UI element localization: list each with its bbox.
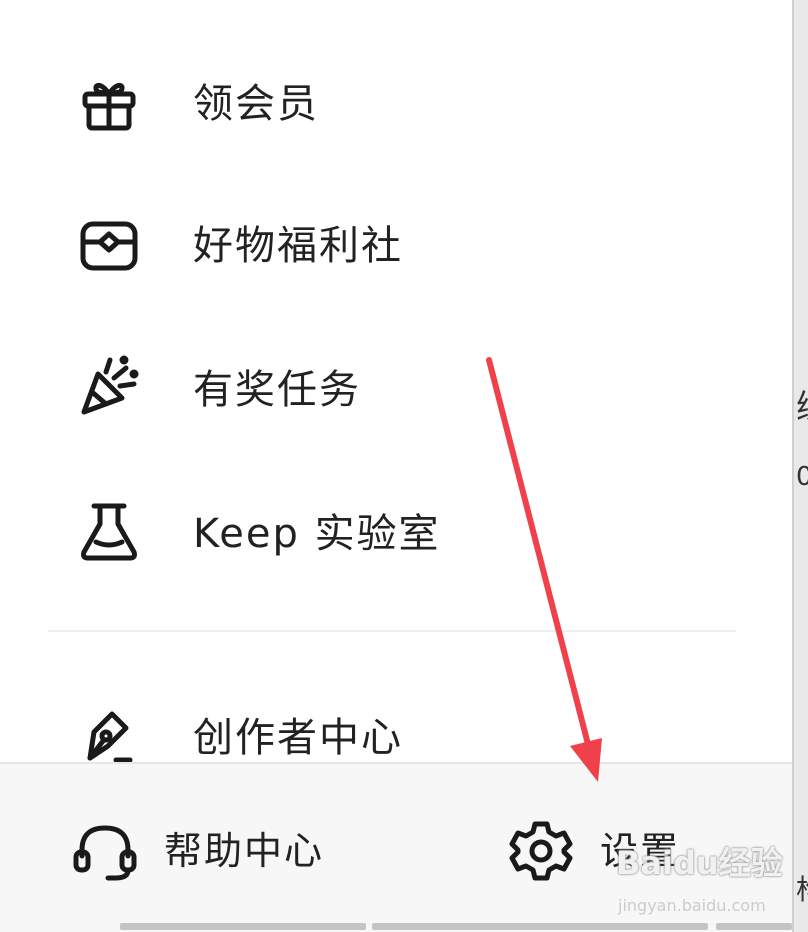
menu-item-label: 有奖任务 xyxy=(193,367,361,413)
side-drawer: 领会员 好物福利社 有奖任务 Keep 实验室 创作者中心 帮助中心 设置 xyxy=(0,0,792,932)
background-edge-text: 练 xyxy=(796,380,808,429)
menu-item-goods-welfare[interactable]: 好物福利社 xyxy=(0,190,792,300)
menu-item-keep-lab[interactable]: Keep 实验室 xyxy=(0,478,792,588)
menu-item-label: 好物福利社 xyxy=(193,223,403,269)
help-center-label: 帮助中心 xyxy=(164,829,325,873)
headset-icon xyxy=(72,818,138,884)
menu-item-membership[interactable]: 领会员 xyxy=(0,48,792,158)
help-center-button[interactable]: 帮助中心 xyxy=(72,804,372,904)
background-edge-text: 构 xyxy=(796,868,808,908)
flask-icon xyxy=(76,498,142,564)
scroll-indicator xyxy=(120,923,366,930)
menu-item-label: 创作者中心 xyxy=(193,715,403,761)
store-box-icon xyxy=(76,212,142,278)
gear-icon xyxy=(508,818,574,884)
baidu-watermark: Baidu经验 jingyan.baidu.com xyxy=(616,838,786,918)
party-popper-icon xyxy=(76,354,142,420)
menu-item-label: 领会员 xyxy=(193,81,319,127)
menu-item-reward-tasks[interactable]: 有奖任务 xyxy=(0,334,792,444)
menu-divider xyxy=(48,630,736,632)
watermark-url: jingyan.baidu.com xyxy=(618,896,766,915)
scroll-indicator xyxy=(716,923,792,930)
watermark-brand: Baidu经验 xyxy=(616,844,783,882)
pen-nib-icon xyxy=(76,702,142,768)
gift-icon xyxy=(76,70,142,136)
panel-edge-divider xyxy=(792,0,794,932)
scroll-indicator xyxy=(372,923,708,930)
menu-item-label: Keep 实验室 xyxy=(193,511,441,557)
background-edge-text: 0 xyxy=(796,462,808,492)
